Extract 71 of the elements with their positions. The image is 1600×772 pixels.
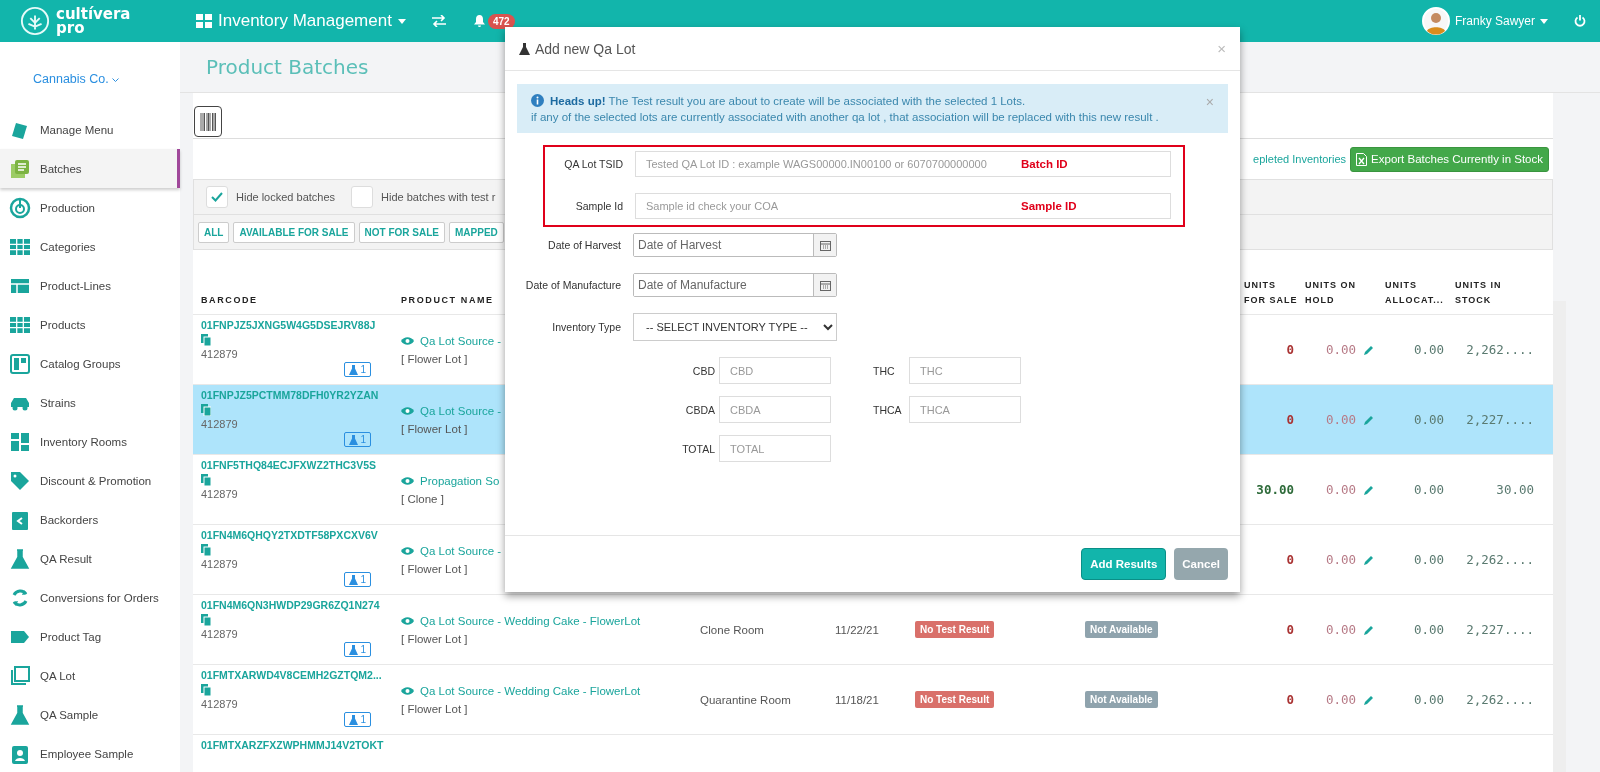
date-text: 11/22/21 [835, 623, 879, 636]
batch-number: 412879 [201, 628, 239, 640]
product-type: [ Clone ] [401, 492, 444, 505]
product-type: [ Flower Lot ] [401, 562, 468, 575]
product-type: [ Flower Lot ] [401, 702, 468, 715]
batch-number: 412879 [201, 348, 239, 360]
test-result-label: No Test Result [915, 691, 995, 708]
test-result-label: No Test Result [915, 621, 995, 638]
units-in-stock: 2,227.... [1466, 412, 1534, 427]
page-title: Product Batches [206, 55, 369, 79]
units-in-stock: 2,262.... [1466, 692, 1534, 707]
field-label: TOTAL [681, 442, 715, 455]
units-on-hold: 0.00 [1325, 482, 1356, 497]
date-text: 11/18/21 [835, 693, 879, 706]
column-header: UNITS ALLOCAT... [1384, 279, 1445, 307]
annotation-text: Sample ID [1021, 200, 1077, 212]
field-label: THCA [872, 403, 903, 416]
units-on-hold: 0.00 [1325, 342, 1356, 357]
field-label: CBDA [684, 403, 715, 416]
alert-text: Heads up! The Test result you are about to create will be associated with the selected 1 Lots. [550, 94, 1026, 107]
field-label: CBD [691, 364, 715, 377]
units-for-sale: 30.00 [1256, 482, 1294, 497]
units-for-sale: 0 [1286, 552, 1294, 567]
units-allocated: 0.00 [1413, 482, 1444, 497]
field-label: Inventory Type [551, 321, 621, 333]
room-name: Quarantine Room [700, 693, 791, 706]
units-in-stock: 2,227.... [1466, 622, 1534, 637]
dialog-title: Add new Qa Lot [535, 40, 637, 57]
field-label: THC [872, 364, 896, 377]
availability-label: Not Available [1085, 691, 1158, 708]
units-for-sale: 0 [1286, 342, 1294, 357]
product-type: [ Flower Lot ] [401, 352, 468, 365]
batch-number: 412879 [201, 698, 239, 710]
column-header: UNITS IN STOCK [1454, 279, 1503, 307]
field-label: Date of Manufacture [524, 279, 621, 291]
units-for-sale: 0 [1286, 692, 1294, 707]
checkbox-label: Hide locked batches [236, 191, 336, 203]
units-on-hold: 0.00 [1325, 622, 1356, 637]
units-for-sale: 0 [1286, 622, 1294, 637]
field-label: QA Lot TSID [563, 158, 623, 170]
room-name: Clone Room [700, 623, 764, 636]
units-allocated: 0.00 [1413, 622, 1444, 637]
field-label: Date of Harvest [547, 239, 621, 251]
alert-text: if any of the selected lots are currently associated with another qa lot , that association will be replaced with this new result . [531, 111, 1160, 123]
column-header: BARCODE [200, 294, 259, 307]
product-type: [ Flower Lot ] [401, 632, 468, 645]
field-label: Sample Id [574, 200, 623, 212]
units-on-hold: 0.00 [1325, 692, 1356, 707]
units-on-hold: 0.00 [1325, 412, 1356, 427]
units-on-hold: 0.00 [1325, 552, 1356, 567]
units-allocated: 0.00 [1413, 692, 1444, 707]
logo-text: cultívera [56, 7, 131, 21]
availability-label: Not Available [1085, 621, 1158, 638]
column-header: PRODUCT NAME [400, 294, 495, 307]
units-allocated: 0.00 [1413, 552, 1444, 567]
batch-number: 412879 [201, 558, 239, 570]
notification-count: 472 [487, 13, 515, 29]
units-allocated: 0.00 [1413, 342, 1444, 357]
product-type: [ Flower Lot ] [401, 422, 468, 435]
units-for-sale: 0 [1286, 412, 1294, 427]
column-header: UNITS FOR SALE [1243, 279, 1299, 307]
units-in-stock: 30.00 [1496, 482, 1534, 497]
checkbox-label: Hide batches with test r [381, 191, 496, 203]
units-in-stock: 2,262.... [1466, 342, 1534, 357]
units-allocated: 0.00 [1413, 412, 1444, 427]
column-header: UNITS ON HOLD [1304, 279, 1357, 307]
logo-subtext: pro [56, 21, 86, 35]
units-in-stock: 2,262.... [1466, 552, 1534, 567]
batch-number: 412879 [201, 418, 239, 430]
batch-number: 412879 [201, 488, 239, 500]
annotation-text: Batch ID [1021, 158, 1068, 170]
